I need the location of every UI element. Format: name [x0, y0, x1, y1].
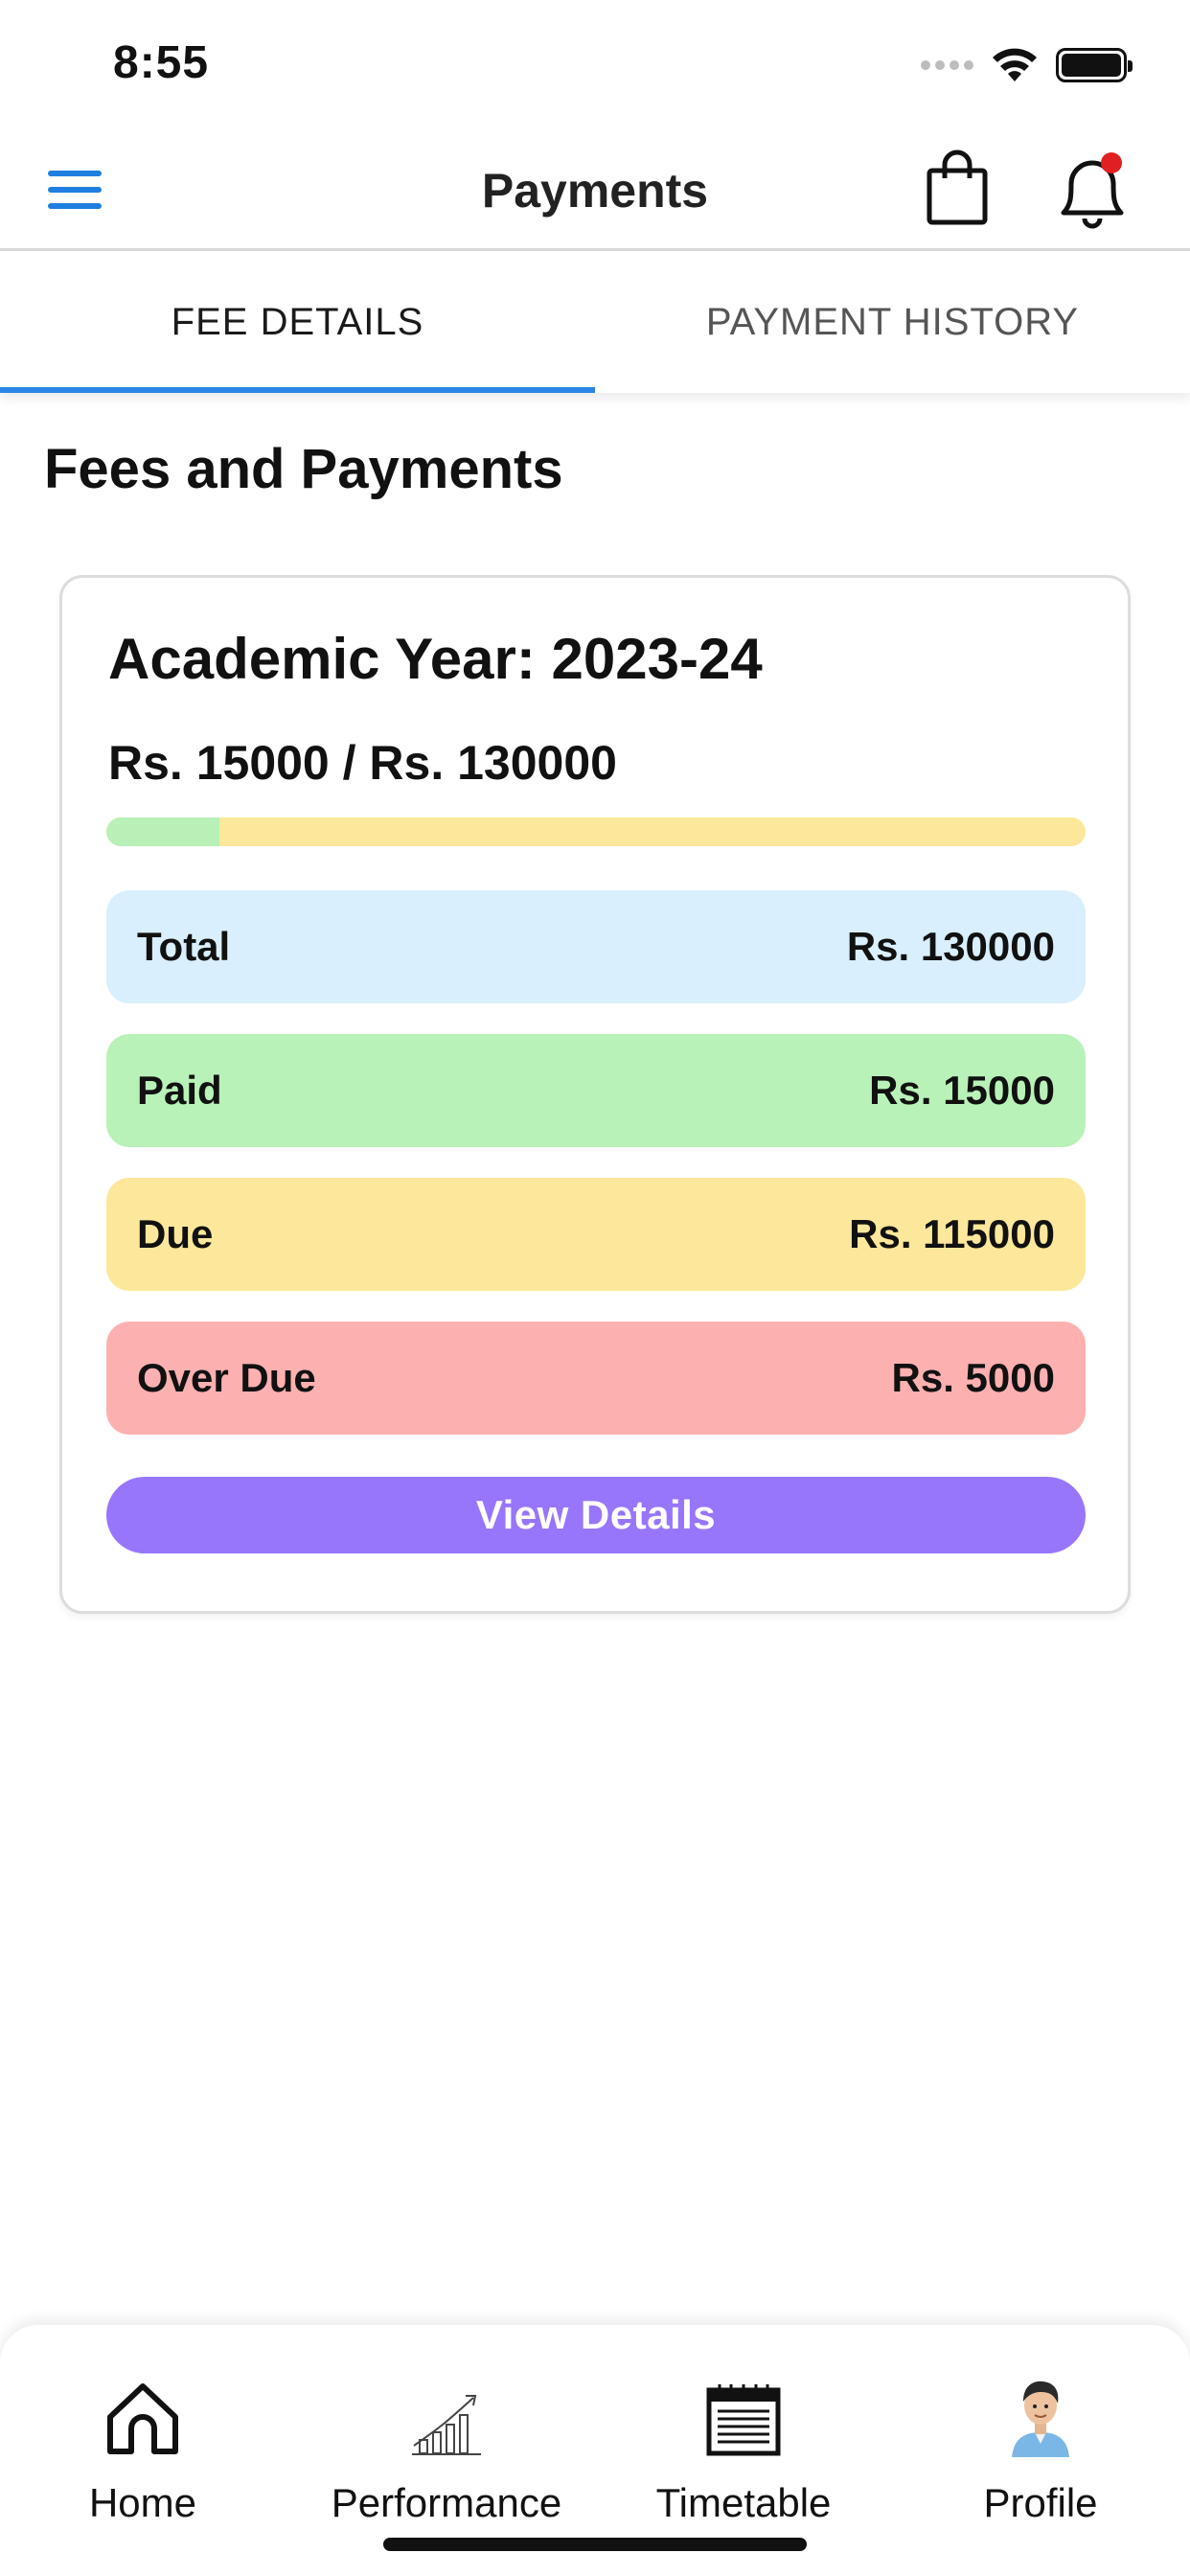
fee-row-value: Rs. 130000 — [846, 924, 1055, 969]
status-icons — [921, 42, 1133, 88]
signal-icon — [921, 60, 973, 70]
fee-card: Academic Year: 2023-24 Rs. 15000 / Rs. 1… — [59, 575, 1131, 1614]
fee-row-overdue: Over Due Rs. 5000 — [106, 1322, 1086, 1435]
amount-summary: Rs. 15000 / Rs. 130000 — [108, 736, 617, 790]
shopping-bag-icon[interactable] — [924, 150, 991, 226]
view-details-button[interactable]: View Details — [106, 1477, 1086, 1553]
status-time: 8:55 — [113, 37, 210, 88]
nav-label: Timetable — [655, 2480, 832, 2525]
battery-icon — [1056, 48, 1133, 82]
avatar — [1012, 2380, 1069, 2457]
app-header: Payments — [0, 128, 1190, 251]
fee-row-label: Paid — [137, 1068, 222, 1113]
home-icon — [107, 2383, 178, 2454]
nav-label: Profile — [983, 2480, 1098, 2525]
fee-row-value: Rs. 5000 — [891, 1355, 1055, 1400]
fee-row-paid: Paid Rs. 15000 — [106, 1034, 1086, 1147]
nav-label: Performance — [331, 2480, 562, 2525]
fee-row-label: Due — [137, 1211, 214, 1256]
page-title: Payments — [481, 164, 709, 218]
nav-label: Home — [88, 2480, 197, 2525]
fee-row-label: Total — [137, 924, 231, 969]
chart-growth-icon — [412, 2395, 481, 2455]
home-indicator — [383, 2538, 807, 2551]
tab-fee-details[interactable]: FEE DETAILS — [0, 251, 595, 393]
nav-item-home[interactable]: Home — [0, 2365, 286, 2526]
section-title: Fees and Payments — [44, 438, 563, 500]
fee-row-label: Over Due — [137, 1355, 316, 1400]
wifi-icon — [993, 48, 1037, 81]
fee-row-value: Rs. 15000 — [869, 1068, 1055, 1113]
status-bar: 8:55 — [0, 0, 1190, 128]
nav-item-profile[interactable]: Profile — [897, 2365, 1184, 2526]
fee-row-value: Rs. 115000 — [849, 1211, 1055, 1256]
calendar-icon — [706, 2384, 781, 2456]
payment-progress-bar — [106, 817, 1086, 846]
tab-payment-history[interactable]: PAYMENT HISTORY — [595, 251, 1190, 393]
tab-bar: FEE DETAILS PAYMENT HISTORY — [0, 251, 1190, 393]
fee-row-due: Due Rs. 115000 — [106, 1178, 1086, 1291]
payment-progress-fill — [106, 817, 219, 846]
fee-row-total: Total Rs. 130000 — [106, 890, 1086, 1003]
nav-item-timetable[interactable]: Timetable — [600, 2365, 887, 2526]
notification-dot — [1101, 152, 1122, 173]
academic-year-title: Academic Year: 2023-24 — [108, 627, 763, 691]
bell-icon[interactable] — [1056, 150, 1129, 232]
nav-item-performance[interactable]: Performance — [303, 2365, 590, 2526]
